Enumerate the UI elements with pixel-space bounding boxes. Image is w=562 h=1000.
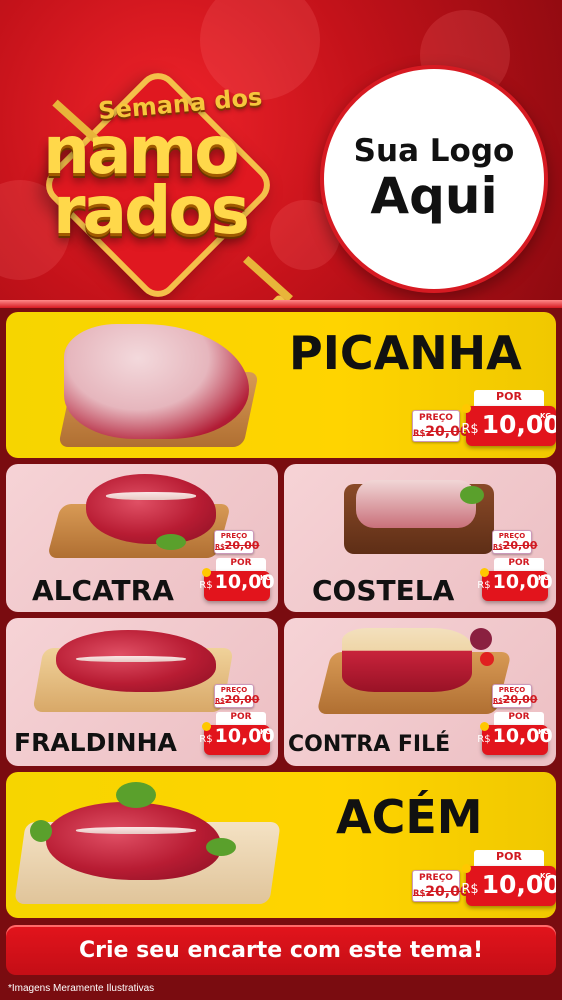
por-label: POR [216, 712, 266, 725]
product-name: ACÉM [336, 790, 483, 844]
product-card-contra-file: CONTRA FILÉ PREÇO R$20,00 POR R$ 10,00 KG [284, 618, 556, 766]
product-name: CONTRA FILÉ [288, 732, 451, 757]
costela-image [356, 480, 476, 528]
por-label: POR [474, 390, 544, 406]
logo-line-2: Aqui [370, 166, 498, 225]
product-name: ALCATRA [32, 574, 174, 607]
onion-garnish [470, 628, 492, 650]
cta-banner[interactable]: Crie seu encarte com este tema! [6, 925, 556, 975]
old-price: R$20,00 [413, 884, 470, 900]
old-price: R$20,00 [493, 693, 538, 706]
kg-label: KG [260, 728, 272, 736]
kg-label: KG [540, 412, 552, 420]
old-price-box: PREÇO R$20,00 [492, 530, 538, 554]
header-divider [0, 300, 562, 308]
product-name: COSTELA [312, 574, 455, 607]
old-price: R$20,00 [215, 539, 260, 552]
kg-label: KG [538, 574, 550, 582]
old-price: R$20,00 [215, 693, 260, 706]
star-icon [480, 568, 489, 577]
picanha-image [64, 324, 249, 439]
fat-marbling [76, 656, 186, 662]
footnote: *Imagens Meramente Ilustrativas [8, 983, 155, 994]
por-label: POR [474, 850, 544, 866]
tomato-garnish [480, 652, 494, 666]
kg-label: KG [540, 872, 552, 880]
product-card-alcatra: ALCATRA PREÇO R$20,00 POR R$ 10,00 KG [6, 464, 278, 612]
old-price: R$20,00 [493, 539, 538, 552]
por-label: POR [216, 558, 266, 571]
fat-marbling [106, 492, 196, 500]
product-card-fraldinha: FRALDINHA PREÇO R$20,00 POR R$ 10,00 KG [6, 618, 278, 766]
product-name: FRALDINHA [14, 728, 177, 757]
header-banner: Semana dos namo rados Sua Logo Aqui [0, 0, 562, 305]
herb-garnish [116, 782, 156, 808]
product-card-costela: COSTELA PREÇO R$20,00 POR R$ 10,00 KG [284, 464, 556, 612]
logo-line-1: Sua Logo [353, 133, 515, 170]
old-price: R$20,00 [413, 424, 470, 440]
logo-placeholder: Sua Logo Aqui [320, 65, 548, 293]
herb-garnish [30, 820, 52, 842]
alcatra-image [86, 474, 216, 544]
star-icon [462, 404, 471, 413]
product-card-acem: ACÉM PREÇO R$20,00 POR R$ 10,00 KG [6, 772, 556, 918]
fat-marbling [76, 827, 196, 834]
contra-file-image [342, 628, 472, 692]
star-icon [202, 568, 211, 577]
por-label: POR [494, 712, 544, 725]
star-icon [462, 864, 471, 873]
kg-label: KG [260, 574, 272, 582]
old-price-box: PREÇO R$20,00 [214, 684, 260, 708]
product-name: PICANHA [289, 326, 522, 380]
acem-image [46, 802, 221, 880]
preco-label: PREÇO [419, 413, 453, 423]
kg-label: KG [538, 728, 550, 736]
star-icon [202, 722, 211, 731]
campaign-title: Semana dos namo rados [28, 60, 318, 305]
preco-label: PREÇO [419, 873, 453, 883]
herb-garnish [206, 838, 236, 856]
title-line-2: rados [53, 172, 250, 249]
old-price-box: PREÇO R$20,00 [412, 410, 470, 442]
star-icon [480, 722, 489, 731]
old-price-box: PREÇO R$20,00 [492, 684, 538, 708]
old-price-box: PREÇO R$20,00 [412, 870, 470, 902]
por-label: POR [494, 558, 544, 571]
herb-garnish [460, 486, 484, 504]
herb-garnish [156, 534, 186, 550]
arrow-icon [243, 255, 293, 303]
product-card-picanha: PICANHA PREÇO R$20,00 POR R$ 10,00 KG [6, 312, 556, 458]
old-price-box: PREÇO R$20,00 [214, 530, 260, 554]
